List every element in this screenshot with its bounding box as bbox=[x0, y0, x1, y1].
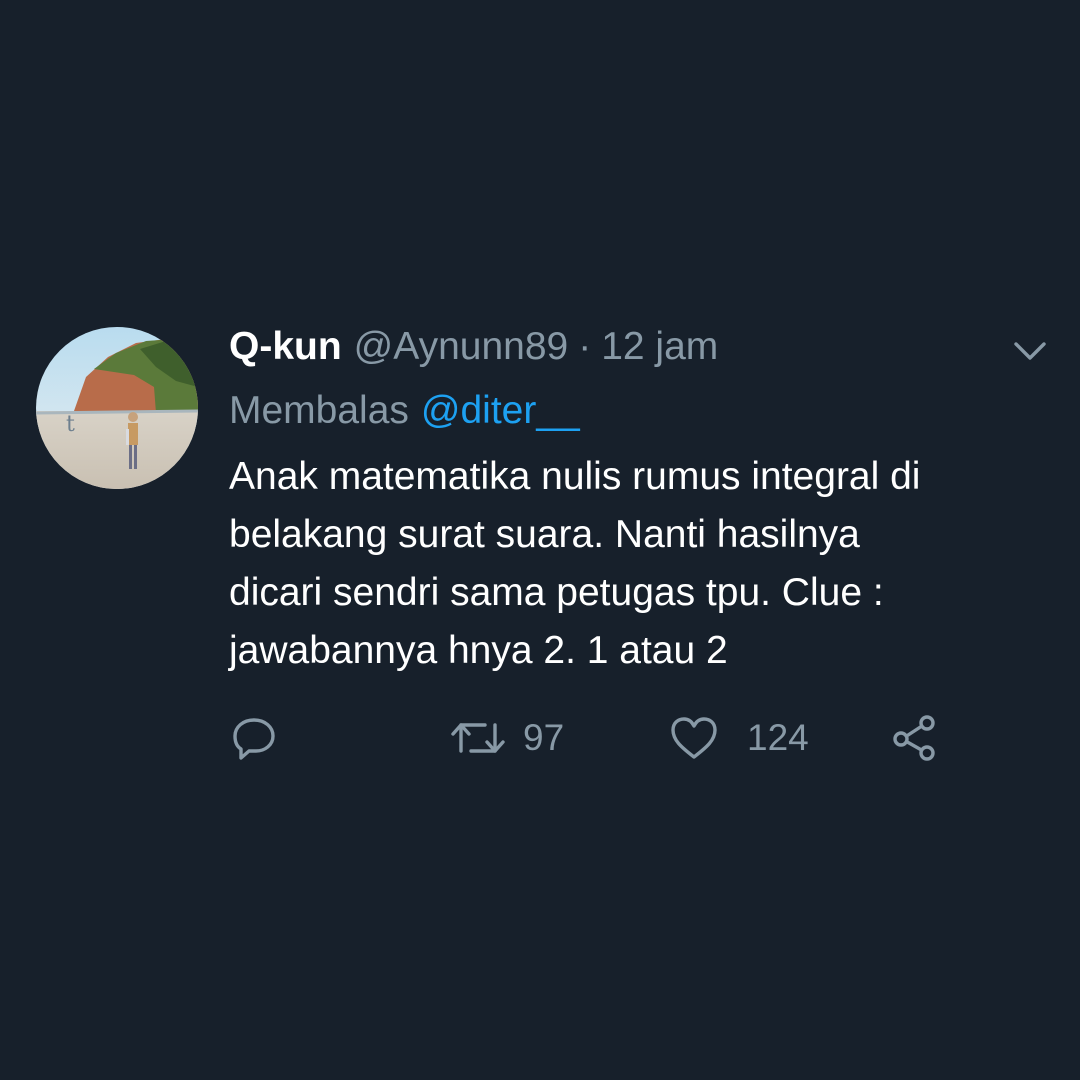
username[interactable]: @Aynunn89 bbox=[354, 325, 569, 369]
reply-button[interactable] bbox=[229, 712, 279, 764]
svg-text:t: t bbox=[66, 412, 75, 437]
retweet-count: 97 bbox=[523, 717, 565, 758]
tweet-card: t Q-kun @Aynunn89 · 12 jam Membalas @dit… bbox=[0, 0, 1080, 1080]
tweet-text: Anak matematika nulis rumus integral di … bbox=[229, 448, 1049, 680]
display-name[interactable]: Q-kun bbox=[229, 325, 342, 369]
retweet-button[interactable]: 97 bbox=[449, 712, 564, 764]
like-count: 124 bbox=[747, 717, 809, 758]
reply-prefix: Membalas bbox=[229, 389, 409, 432]
timestamp[interactable]: 12 jam bbox=[601, 325, 718, 369]
share-button[interactable] bbox=[889, 712, 941, 764]
header-separator: · bbox=[578, 325, 592, 368]
tweet-text-line: belakang surat suara. Nanti hasilnya bbox=[229, 513, 860, 556]
chevron-down-icon bbox=[1014, 342, 1046, 360]
share-icon bbox=[893, 715, 935, 761]
reply-context: Membalas @diter__ bbox=[229, 386, 580, 436]
avatar[interactable]: t bbox=[36, 327, 198, 489]
tweet-text-line: dicari sendri sama petugas tpu. Clue : bbox=[229, 571, 884, 614]
speech-bubble-icon bbox=[233, 718, 275, 760]
tweet-text-line: jawabannya hnya 2. 1 atau 2 bbox=[229, 629, 728, 672]
like-button[interactable]: 124 bbox=[669, 712, 809, 764]
more-options-button[interactable] bbox=[1010, 336, 1050, 366]
tweet-text-line: Anak matematika nulis rumus integral di bbox=[229, 455, 921, 498]
retweet-icon bbox=[451, 723, 505, 753]
avatar-photo: t bbox=[36, 327, 198, 489]
tweet-header: Q-kun @Aynunn89 · 12 jam bbox=[229, 322, 718, 372]
heart-icon bbox=[671, 717, 717, 759]
reply-to-handle[interactable]: @diter__ bbox=[421, 389, 580, 433]
tweet-actions: 97 124 bbox=[229, 712, 989, 764]
